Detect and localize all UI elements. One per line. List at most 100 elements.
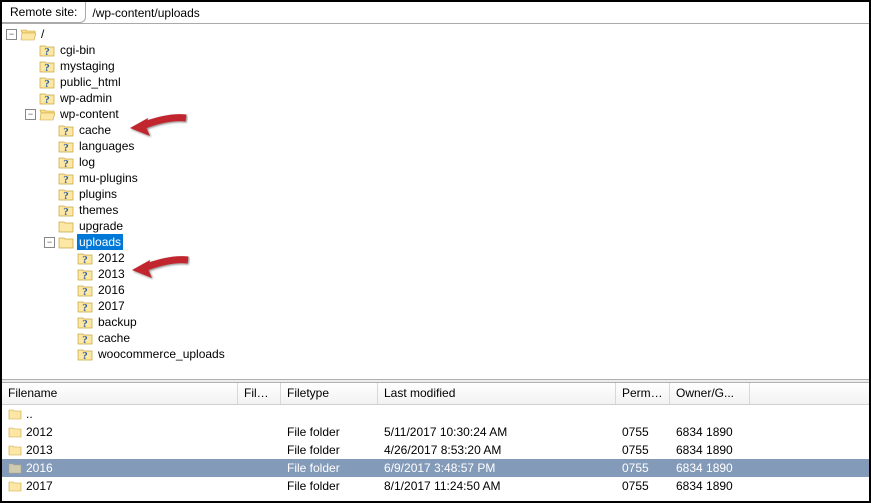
- tree-label: themes: [77, 202, 120, 218]
- annotation-arrow-uploads: [130, 254, 190, 282]
- folder-icon: ?: [58, 139, 74, 153]
- tree-label: 2017: [96, 298, 127, 314]
- tree-label: mu-plugins: [77, 170, 140, 186]
- folder-icon: [8, 444, 22, 456]
- tree-label: cgi-bin: [58, 42, 97, 58]
- tree-item-mu-plugins[interactable]: ? mu-plugins: [6, 170, 869, 186]
- tree-label: cache: [77, 122, 113, 138]
- tree-item-2016[interactable]: ? 2016: [6, 282, 869, 298]
- tree-label: 2013: [96, 266, 127, 282]
- folder-icon: [8, 408, 22, 420]
- svg-text:?: ?: [82, 286, 88, 297]
- remote-path-input[interactable]: [86, 3, 869, 23]
- tree-item-plugins[interactable]: ? plugins: [6, 186, 869, 202]
- tree-toggle[interactable]: −: [6, 29, 17, 40]
- tree-label: 2016: [96, 282, 127, 298]
- tree-item-mystaging[interactable]: ? mystaging: [6, 58, 869, 74]
- tree-toggle[interactable]: −: [25, 109, 36, 120]
- folder-icon: ?: [58, 155, 74, 169]
- tree-item-languages[interactable]: ? languages: [6, 138, 869, 154]
- tree-label: wp-content: [58, 106, 121, 122]
- svg-text:?: ?: [63, 206, 69, 217]
- column-filetype[interactable]: Filetype: [281, 383, 378, 404]
- tree-toggle[interactable]: −: [44, 237, 55, 248]
- column-permissions[interactable]: Permissi...: [616, 383, 670, 404]
- tree-label: woocommerce_uploads: [96, 346, 227, 362]
- directory-tree[interactable]: −/?cgi-bin?mystaging?public_html?wp-admi…: [2, 24, 869, 379]
- tree-item-public-html[interactable]: ? public_html: [6, 74, 869, 90]
- folder-icon: ?: [77, 251, 93, 265]
- column-modified[interactable]: Last modified: [378, 383, 616, 404]
- folder-icon: ?: [58, 171, 74, 185]
- tree-item-log[interactable]: ? log: [6, 154, 869, 170]
- svg-text:?: ?: [82, 270, 88, 281]
- svg-text:?: ?: [44, 94, 50, 105]
- tree-item-themes[interactable]: ? themes: [6, 202, 869, 218]
- file-row-2012[interactable]: 2012 File folder 5/11/2017 10:30:24 AM 0…: [2, 423, 869, 441]
- svg-text:?: ?: [63, 142, 69, 153]
- svg-text:?: ?: [82, 302, 88, 313]
- svg-text:?: ?: [63, 190, 69, 201]
- svg-text:?: ?: [82, 254, 88, 265]
- svg-text:?: ?: [63, 126, 69, 137]
- tree-label: public_html: [58, 74, 123, 90]
- svg-text:?: ?: [44, 46, 50, 57]
- tree-item-uploads[interactable]: − uploads: [6, 234, 869, 250]
- tree-item-2017[interactable]: ? 2017: [6, 298, 869, 314]
- tree-item-cache[interactable]: ? cache: [6, 330, 869, 346]
- folder-icon: [58, 219, 74, 233]
- file-row-parent[interactable]: ..: [2, 405, 869, 423]
- tree-item-upgrade[interactable]: upgrade: [6, 218, 869, 234]
- svg-text:?: ?: [63, 158, 69, 169]
- tree-label: languages: [77, 138, 136, 154]
- tree-label: plugins: [77, 186, 119, 202]
- tree-item-wp-admin[interactable]: ? wp-admin: [6, 90, 869, 106]
- folder-icon: ?: [39, 91, 55, 105]
- tree-item-woocommerce-uploads[interactable]: ? woocommerce_uploads: [6, 346, 869, 362]
- folder-icon: [20, 27, 36, 41]
- file-row-2013[interactable]: 2013 File folder 4/26/2017 8:53:20 AM 07…: [2, 441, 869, 459]
- tree-label: upgrade: [77, 218, 125, 234]
- tree-label: uploads: [77, 234, 123, 250]
- folder-icon: ?: [39, 75, 55, 89]
- folder-icon: ?: [39, 43, 55, 57]
- tree-label: backup: [96, 314, 139, 330]
- tree-label: /: [39, 26, 46, 42]
- column-filesize[interactable]: Filesize: [238, 383, 281, 404]
- column-owner[interactable]: Owner/G...: [670, 383, 750, 404]
- tree-label: wp-admin: [58, 90, 114, 106]
- column-filename[interactable]: Filename: [2, 383, 238, 404]
- folder-icon: ?: [77, 315, 93, 329]
- tree-root[interactable]: −/: [6, 26, 869, 42]
- folder-icon: [8, 480, 22, 492]
- file-list-pane: Filename Filesize Filetype Last modified…: [2, 383, 869, 501]
- tree-label: mystaging: [58, 58, 117, 74]
- folder-icon: ?: [39, 59, 55, 73]
- file-row-2016[interactable]: 2016 File folder 6/9/2017 3:48:57 PM 075…: [2, 459, 869, 477]
- folder-icon: ?: [77, 267, 93, 281]
- file-list-header: Filename Filesize Filetype Last modified…: [2, 383, 869, 405]
- svg-text:?: ?: [82, 350, 88, 361]
- tree-label: 2012: [96, 250, 127, 266]
- folder-icon: ?: [58, 203, 74, 217]
- annotation-arrow-wpcontent: [128, 112, 188, 140]
- folder-icon: [8, 462, 22, 474]
- remote-site-bar: Remote site:: [2, 2, 869, 24]
- folder-icon: ?: [77, 347, 93, 361]
- svg-text:?: ?: [82, 334, 88, 345]
- tree-item-cgi-bin[interactable]: ? cgi-bin: [6, 42, 869, 58]
- remote-site-label: Remote site:: [2, 2, 86, 23]
- svg-text:?: ?: [63, 174, 69, 185]
- tree-label: cache: [96, 330, 132, 346]
- folder-icon: [39, 107, 55, 121]
- folder-icon: ?: [58, 187, 74, 201]
- svg-text:?: ?: [44, 78, 50, 89]
- folder-icon: ?: [77, 283, 93, 297]
- folder-icon: ?: [58, 123, 74, 137]
- tree-item-backup[interactable]: ?backup: [6, 314, 869, 330]
- svg-text:?: ?: [44, 62, 50, 73]
- tree-label: log: [77, 154, 97, 170]
- folder-icon: [8, 426, 22, 438]
- folder-icon: ?: [77, 299, 93, 313]
- file-row-2017[interactable]: 2017 File folder 8/1/2017 11:24:50 AM 07…: [2, 477, 869, 495]
